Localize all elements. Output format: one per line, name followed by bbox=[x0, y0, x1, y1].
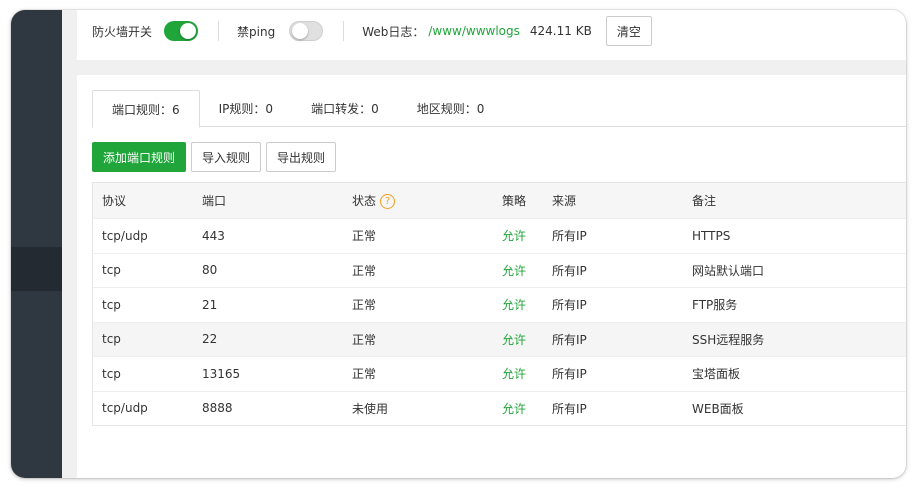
table-row: tcp 80 正常 允许 所有IP 网站默认端口 bbox=[93, 252, 906, 288]
cell-source: 所有IP bbox=[552, 401, 587, 416]
cell-protocol: tcp bbox=[102, 366, 121, 381]
header-source[interactable]: 来源 bbox=[543, 192, 683, 209]
cell-note: WEB面板 bbox=[692, 401, 744, 416]
weblog-path-link[interactable]: /www/wwwlogs bbox=[428, 24, 520, 38]
firewall-settings-bar: 防火墙开关 禁ping Web日志： /www/wwwlogs 424.11 K… bbox=[77, 10, 906, 60]
sidebar-active-item[interactable] bbox=[11, 247, 62, 291]
cell-note: 网站默认端口 bbox=[692, 263, 765, 278]
header-protocol[interactable]: 协议 bbox=[93, 192, 193, 209]
tab-ip-rules[interactable]: IP规则：0 bbox=[200, 90, 292, 127]
divider bbox=[343, 21, 345, 41]
action-toolbar: 添加端口规则 导入规则 导出规则 bbox=[92, 142, 337, 172]
cell-source: 所有IP bbox=[552, 298, 587, 313]
rule-tabs: 端口规则：6 IP规则：0 端口转发：0 地区规则：0 bbox=[92, 90, 906, 128]
cell-protocol: tcp/udp bbox=[102, 228, 148, 243]
ping-toggle[interactable] bbox=[289, 21, 324, 41]
cell-policy[interactable]: 允许 bbox=[493, 296, 543, 313]
cell-note: SSH远程服务 bbox=[692, 332, 765, 347]
cell-protocol: tcp bbox=[102, 263, 121, 278]
cell-protocol: tcp bbox=[102, 297, 121, 312]
cell-note: HTTPS bbox=[692, 228, 731, 243]
cell-port: 21 bbox=[202, 297, 218, 312]
weblog-label: Web日志： bbox=[362, 24, 425, 39]
weblog-size: 424.11 KB bbox=[529, 24, 592, 38]
firewall-toggle[interactable] bbox=[164, 21, 199, 41]
cell-protocol: tcp bbox=[102, 332, 121, 347]
table-row: tcp 13165 正常 允许 所有IP 宝塔面板 bbox=[93, 356, 906, 391]
import-rules-button[interactable]: 导入规则 bbox=[191, 142, 262, 172]
app-window: 防火墙开关 禁ping Web日志： /www/wwwlogs 424.11 K… bbox=[11, 10, 906, 478]
main-panel: 防火墙开关 禁ping Web日志： /www/wwwlogs 424.11 K… bbox=[62, 10, 906, 478]
table-row: tcp/udp 443 正常 允许 所有IP HTTPS bbox=[93, 218, 906, 253]
toggle-knob bbox=[180, 23, 197, 39]
table-row: tcp 21 正常 允许 所有IP FTP服务 bbox=[93, 287, 906, 322]
header-port[interactable]: 端口 bbox=[193, 192, 343, 209]
ping-switch-label: 禁ping bbox=[237, 24, 276, 39]
header-note[interactable]: 备注 bbox=[683, 192, 906, 209]
cell-policy[interactable]: 允许 bbox=[493, 262, 543, 279]
cell-port: 22 bbox=[202, 332, 218, 347]
header-status-label[interactable]: 状态 bbox=[352, 194, 376, 208]
cell-source: 所有IP bbox=[552, 229, 587, 244]
tab-port-rules[interactable]: 端口规则：6 bbox=[92, 90, 200, 128]
toggle-knob bbox=[292, 23, 309, 39]
table-row: tcp/udp 8888 未使用 允许 所有IP WEB面板 bbox=[93, 390, 906, 426]
table-row: tcp 22 正常 允许 所有IP SSH远程服务 bbox=[93, 321, 906, 356]
table-header-row: 协议 端口 状态? 策略 来源 备注 bbox=[93, 183, 906, 218]
cell-status: 正常 bbox=[352, 298, 377, 313]
rules-panel: 端口规则：6 IP规则：0 端口转发：0 地区规则：0 添加端口规则 导入规则 … bbox=[77, 75, 906, 478]
cell-policy[interactable]: 允许 bbox=[493, 365, 543, 382]
cell-note: 宝塔面板 bbox=[692, 367, 741, 382]
export-rules-button[interactable]: 导出规则 bbox=[266, 142, 337, 172]
cell-port: 80 bbox=[202, 263, 218, 278]
cell-source: 所有IP bbox=[552, 332, 587, 347]
cell-note: FTP服务 bbox=[692, 298, 738, 313]
cell-port: 443 bbox=[202, 228, 225, 243]
cell-port: 8888 bbox=[202, 401, 233, 416]
clear-log-button[interactable]: 清空 bbox=[605, 16, 652, 46]
cell-status: 正常 bbox=[352, 332, 377, 347]
cell-status: 正常 bbox=[352, 367, 377, 382]
question-circle-icon[interactable]: ? bbox=[380, 194, 396, 209]
cell-status: 正常 bbox=[352, 263, 377, 278]
cell-status: 未使用 bbox=[352, 401, 389, 416]
cell-policy[interactable]: 允许 bbox=[493, 331, 543, 348]
sidebar bbox=[11, 10, 62, 478]
cell-policy[interactable]: 允许 bbox=[493, 227, 543, 244]
cell-protocol: tcp/udp bbox=[102, 401, 148, 416]
cell-policy[interactable]: 允许 bbox=[493, 400, 543, 417]
add-port-rule-button[interactable]: 添加端口规则 bbox=[92, 142, 187, 172]
divider bbox=[218, 21, 220, 41]
cell-status: 正常 bbox=[352, 229, 377, 244]
port-rules-table: 协议 端口 状态? 策略 来源 备注 tcp/udp 443 正常 允许 所有I… bbox=[92, 182, 906, 426]
header-policy[interactable]: 策略 bbox=[493, 192, 543, 209]
firewall-switch-label: 防火墙开关 bbox=[92, 24, 153, 39]
cell-source: 所有IP bbox=[552, 367, 587, 382]
header-status: 状态? bbox=[343, 192, 493, 209]
tab-region-rules[interactable]: 地区规则：0 bbox=[398, 90, 504, 127]
cell-source: 所有IP bbox=[552, 263, 587, 278]
cell-port: 13165 bbox=[202, 366, 241, 381]
tab-port-forwarding[interactable]: 端口转发：0 bbox=[292, 90, 398, 127]
